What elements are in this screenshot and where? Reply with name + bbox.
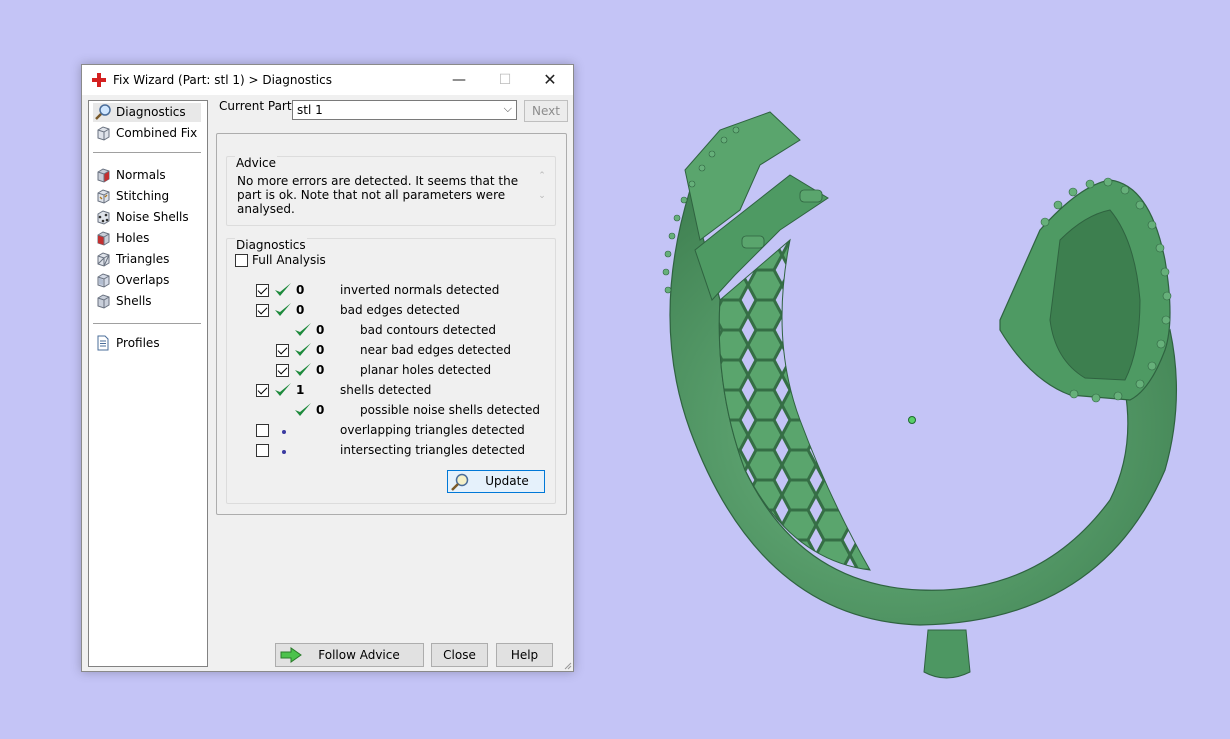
intersecting-triangles-checkbox[interactable] [256, 444, 269, 457]
inverted-normals-count: 0 [296, 283, 305, 297]
window-title: Fix Wizard (Part: stl 1) > Diagnostics [113, 73, 332, 87]
pivot-point [908, 416, 916, 424]
planar-holes-checkbox[interactable] [276, 364, 289, 377]
shells-cube-icon [97, 294, 110, 309]
sidebar-item-label: Noise Shells [116, 210, 189, 224]
help-button[interactable]: Help [496, 643, 553, 667]
diagnostics-title: Diagnostics [235, 238, 307, 252]
update-button[interactable]: Update [447, 470, 545, 493]
sidebar-item-label: Profiles [116, 336, 160, 350]
minimize-button[interactable]: — [436, 65, 482, 95]
inverted-normals-label: inverted normals detected [340, 283, 500, 297]
close-button[interactable]: Close [431, 643, 488, 667]
resize-grip-icon[interactable] [562, 660, 572, 670]
sidebar-item-overlaps[interactable]: Overlaps [93, 271, 201, 290]
sidebar-divider [93, 323, 201, 324]
sidebar-item-stitching[interactable]: Stitching [93, 187, 201, 206]
update-label: Update [485, 474, 529, 488]
magnifier-icon [95, 104, 111, 120]
cube-icon [97, 126, 110, 141]
check-ok-icon [295, 323, 311, 336]
red-cross-icon [92, 73, 106, 87]
not-analysed-dot-icon [282, 430, 286, 434]
sidebar-item-diagnostics[interactable]: Diagnostics [93, 103, 201, 122]
sidebar-item-label: Normals [116, 168, 166, 182]
inverted-normals-checkbox[interactable] [256, 284, 269, 297]
check-ok-icon [295, 403, 311, 416]
sidebar-item-noise-shells[interactable]: Noise Shells [93, 208, 201, 227]
intersecting-triangles-label: intersecting triangles detected [340, 443, 525, 457]
title-bar[interactable]: Fix Wizard (Part: stl 1) > Diagnostics —… [82, 65, 573, 95]
fix-wizard-window: Fix Wizard (Part: stl 1) > Diagnostics —… [81, 64, 574, 672]
sidebar-item-label: Stitching [116, 189, 170, 203]
noise-shells-icon [97, 210, 110, 225]
shells-count: 1 [296, 383, 305, 397]
bad-edges-checkbox[interactable] [256, 304, 269, 317]
triangles-cube-icon [97, 252, 110, 267]
not-analysed-dot-icon [282, 450, 286, 454]
diagnostics-group: Diagnostics Full Analysis 0 inverted nor… [226, 238, 556, 504]
maximize-button[interactable]: ☐ [482, 65, 528, 95]
sidebar-item-label: Combined Fix [116, 126, 198, 140]
sidebar-divider [93, 152, 201, 153]
sidebar-item-holes[interactable]: Holes [93, 229, 201, 248]
noise-shells-count: 0 [316, 403, 325, 417]
near-bad-edges-label: near bad edges detected [360, 343, 511, 357]
sidebar-item-normals[interactable]: Normals [93, 166, 201, 185]
overlapping-triangles-checkbox[interactable] [256, 424, 269, 437]
chevron-down-icon: ⌵ [503, 102, 512, 115]
check-ok-icon [275, 383, 291, 396]
current-part-label: Current Part: [219, 99, 296, 113]
stitching-cube-icon [97, 189, 110, 204]
planar-holes-count: 0 [316, 363, 325, 377]
sidebar-item-profiles[interactable]: Profiles [93, 334, 201, 353]
close-window-button[interactable]: ✕ [527, 65, 573, 95]
overlaps-cube-icon [97, 273, 110, 288]
bad-edges-count: 0 [296, 303, 305, 317]
planar-holes-label: planar holes detected [360, 363, 492, 377]
sidebar-item-label: Diagnostics [116, 105, 186, 119]
magnifier-icon [451, 473, 469, 491]
next-button[interactable]: Next [524, 100, 568, 122]
overlapping-triangles-label: overlapping triangles detected [340, 423, 525, 437]
sidebar-item-label: Triangles [116, 252, 170, 266]
advice-scrollbar[interactable]: ⌃ ⌄ [535, 171, 549, 215]
current-part-value: stl 1 [297, 103, 323, 117]
near-bad-edges-count: 0 [316, 343, 325, 357]
sidebar-item-label: Shells [116, 294, 152, 308]
bad-contours-count: 0 [316, 323, 325, 337]
arrow-right-icon [280, 647, 302, 663]
near-bad-edges-checkbox[interactable] [276, 344, 289, 357]
advice-group: Advice No more errors are detected. It s… [226, 156, 556, 226]
advice-text: No more errors are detected. It seems th… [237, 174, 519, 216]
check-ok-icon [295, 343, 311, 356]
check-ok-icon [295, 363, 311, 376]
ring-model [662, 111, 1178, 679]
shells-checkbox[interactable] [256, 384, 269, 397]
holes-cube-icon [97, 231, 110, 246]
current-part-dropdown[interactable]: stl 1 ⌵ [292, 100, 517, 120]
sidebar-item-label: Overlaps [116, 273, 170, 287]
sidebar-item-shells[interactable]: Shells [93, 292, 201, 311]
advice-title: Advice [235, 156, 278, 170]
sidebar-item-triangles[interactable]: Triangles [93, 250, 201, 269]
sidebar-item-label: Holes [116, 231, 150, 245]
check-ok-icon [275, 303, 291, 316]
bad-edges-label: bad edges detected [340, 303, 460, 317]
check-ok-icon [275, 283, 291, 296]
bad-contours-label: bad contours detected [360, 323, 496, 337]
follow-advice-button[interactable]: Follow Advice [275, 643, 424, 667]
document-icon [97, 335, 109, 351]
full-analysis-checkbox[interactable] [235, 254, 248, 267]
sidebar: Diagnostics Combined Fix Normals Stitchi… [88, 100, 208, 667]
normals-cube-icon [97, 168, 110, 183]
full-analysis-label: Full Analysis [252, 253, 326, 267]
shells-label: shells detected [340, 383, 432, 397]
diagnostics-panel: Advice No more errors are detected. It s… [216, 133, 567, 515]
noise-shells-label: possible noise shells detected [360, 403, 541, 417]
follow-advice-label: Follow Advice [318, 648, 400, 662]
sidebar-item-combined-fix[interactable]: Combined Fix [93, 124, 201, 143]
